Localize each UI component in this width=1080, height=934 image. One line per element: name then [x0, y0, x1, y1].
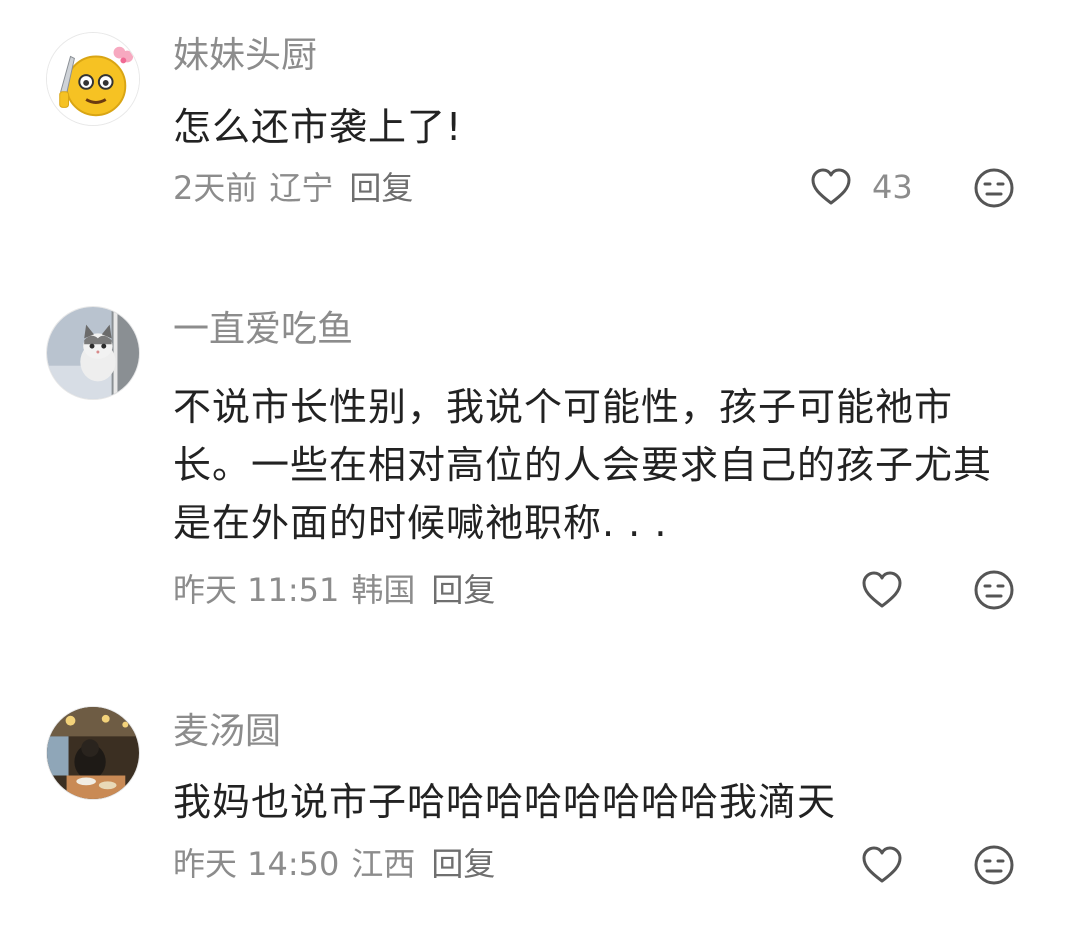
heart-outline-icon [862, 846, 902, 883]
dislike-button[interactable] [973, 844, 1015, 886]
avatar[interactable] [46, 706, 140, 800]
comment-time: 昨天 11:51 [173, 571, 340, 609]
neutral-face-icon [974, 845, 1014, 885]
comment-location: 辽宁 [269, 169, 334, 207]
heart-outline-icon [862, 571, 902, 608]
username[interactable]: 一直爱吃鱼 [173, 308, 353, 352]
comment-meta: 昨天 11:51 韩国 回复 [173, 570, 507, 610]
like-button[interactable] [861, 845, 903, 885]
comment-location: 韩国 [351, 571, 416, 609]
reply-button[interactable]: 回复 [349, 169, 413, 207]
like-count: 43 [872, 168, 913, 206]
restaurant-photo-avatar-icon [47, 707, 139, 799]
comment-text: 我妈也说市子哈哈哈哈哈哈哈哈我滴天 [173, 780, 837, 824]
comment-meta: 昨天 14:50 江西 回复 [173, 844, 507, 884]
username[interactable]: 妹妹头厨 [173, 34, 317, 78]
emoji-face-avatar-icon [47, 33, 139, 125]
dislike-button[interactable] [973, 569, 1015, 611]
comment-text: 怎么还市袭上了! [173, 105, 463, 149]
cat-photo-avatar-icon [47, 307, 139, 399]
like-button[interactable] [861, 570, 903, 610]
neutral-face-icon [974, 168, 1014, 208]
reply-button[interactable]: 回复 [431, 571, 495, 609]
avatar[interactable] [46, 32, 140, 126]
comment-time: 2天前 [173, 169, 258, 207]
neutral-face-icon [974, 570, 1014, 610]
heart-outline-icon [811, 168, 851, 205]
comment-meta: 2天前 辽宁 回复 [173, 168, 425, 208]
dislike-button[interactable] [973, 167, 1015, 209]
avatar[interactable] [46, 306, 140, 400]
comment-text: 不说市长性别，我说个可能性，孩子可能祂市长。一些在相对高位的人会要求自己的孩子尤… [173, 385, 993, 545]
username[interactable]: 麦汤圆 [173, 710, 281, 754]
like-button[interactable]: 43 [810, 167, 913, 207]
comment-location: 江西 [351, 845, 416, 883]
reply-button[interactable]: 回复 [431, 845, 495, 883]
comment-time: 昨天 14:50 [173, 845, 340, 883]
